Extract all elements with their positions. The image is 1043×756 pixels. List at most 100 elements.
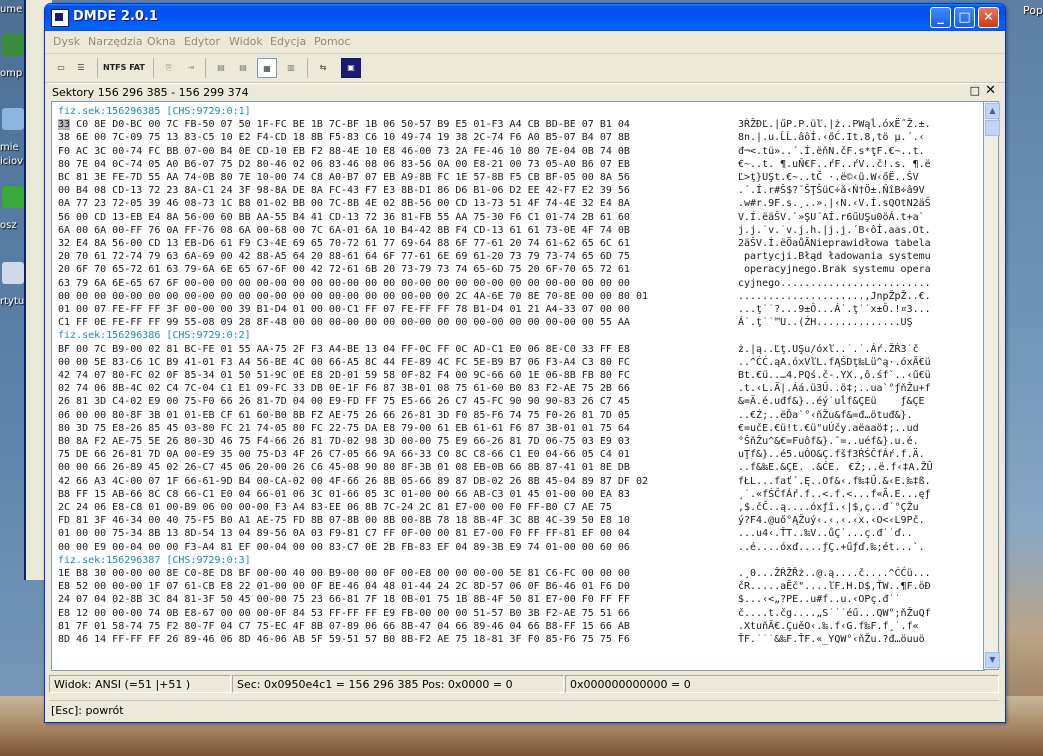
- menu-edycja[interactable]: Edycja: [270, 35, 306, 48]
- maximize-button[interactable]: □: [954, 7, 975, 28]
- ascii-row[interactable]: ż.|ą..Ľţ.UŞu/óxľ..˙.˙.­Áŕ.ŽŔ3˙č: [738, 343, 919, 356]
- ascii-row[interactable]: partycji.Błąd ładowania systemu: [738, 250, 931, 263]
- hex-row[interactable]: 8D 46 14 FF-FF FF 26 89-46 06 8D 46-06 A…: [58, 633, 630, 646]
- hex-row[interactable]: E8 12 00 00-00 74 0B E8-67 00 00 00-0F 8…: [58, 607, 630, 620]
- hex-row[interactable]: 32 E4 8A 56-00 CD 13 EB-D6 61 F9 C3-4E 6…: [58, 237, 630, 250]
- ascii-row[interactable]: .t.‹L.Ä|.Áá.ü3Ű..ö‡;..ua`°ƒňŽu+f: [738, 382, 931, 395]
- hex-row[interactable]: 2C 24 06 E8-C8 01 00-B9 06 00 00-00 F3 A…: [58, 501, 612, 514]
- scroll-down-icon[interactable]: ▼: [985, 652, 1000, 668]
- copy-icon[interactable]: ⎘: [159, 58, 179, 78]
- ascii-row[interactable]: &=Ä.é.uđf&}..éý˙uĺf&ÇEüƒ&ÇE: [738, 395, 925, 408]
- edit-cursor[interactable]: 33: [58, 119, 71, 131]
- app-icon[interactable]: ▣: [341, 58, 361, 78]
- panel-maximize-button[interactable]: □: [970, 84, 980, 97]
- ascii-row[interactable]: operacyjnego.Brak systemu opera: [738, 263, 931, 276]
- ascii-row[interactable]: ...ţ˙˙?...9±Ô...Á˙.ţ˙˙x±Ô.!¤3...: [738, 303, 931, 316]
- ascii-row[interactable]: ,$.čČ..ą....óxƒî.‹|$,ç..đ˙°ÇŽu: [738, 501, 919, 514]
- ascii-row[interactable]: .w#r.9F.s.¸..».|‹N.‹V.Í.sQOtN2äŠ: [738, 197, 931, 210]
- desktop-icon[interactable]: [2, 262, 24, 284]
- hex-row[interactable]: F0 AC 3C 00-74 FC BB 07-00 B4 0E CD-10 E…: [58, 145, 630, 158]
- ascii-row[interactable]: fŁL...fať´.Ę..Of&‹.f‰‡Ű.&‹E.‰‡ß.: [738, 475, 931, 488]
- ascii-row[interactable]: 3ŔŽĐĽ.|űP.P.üľ.|ż..PWąĺ.óxË˝Ž.±.: [738, 118, 931, 131]
- hex-row[interactable]: B0 8A F2 AE-75 5E 26 80-3D 46 75 F4-66 2…: [58, 435, 630, 448]
- desktop-icon[interactable]: [2, 108, 24, 130]
- tree-icon[interactable]: ⇆: [313, 58, 333, 78]
- hex-row[interactable]: 00 B4 08 CD-13 72 23 8A-C1 24 3F 98-8A D…: [58, 184, 630, 197]
- view-hex-icon[interactable]: ▦: [257, 58, 277, 78]
- scroll-thumb[interactable]: [985, 120, 1000, 136]
- ascii-row[interactable]: ý?F4.@uő°ĄŽuý‹.‹.‹.‹x.‹O<‹L9Pč.: [738, 514, 925, 527]
- hex-row[interactable]: 01 00 07 FE-FF FF 3F 00-00 00 39 B1-D4 0…: [58, 303, 630, 316]
- close-button[interactable]: ✕: [978, 7, 999, 28]
- menu-okna[interactable]: Okna: [147, 35, 176, 48]
- ascii-row[interactable]: j.j.˙v.˙v.j.h.|j.j.´B‹ôÍ.aas.Ot.: [738, 224, 931, 237]
- ascii-row[interactable]: cyjnego.........................: [738, 277, 931, 290]
- desktop-icon[interactable]: [2, 34, 24, 56]
- ascii-row[interactable]: V.Í.ëäŠV.`»ŞU´AÍ.r6űUŞu0öÁ.t+a`: [738, 211, 925, 224]
- hex-row[interactable]: 26 81 3D C4-02 E9 00 75-F0 66 26 81-7D 0…: [58, 395, 630, 408]
- ascii-row[interactable]: $...‹<„?PE..u#f..u.‹OPç.đ˙˙: [738, 593, 901, 606]
- hex-row[interactable]: 0A 77 23 72-05 39 46 08-73 1C B8 01-02 B…: [58, 197, 630, 210]
- menu-pomoc[interactable]: Pomoc: [314, 35, 350, 48]
- hex-row[interactable]: 20 70 61 72-74 79 63 6A-69 00 42 88-A5 6…: [58, 250, 630, 263]
- hex-row[interactable]: 00 00 66 26-89 45 02 26-C7 45 06 20-00 2…: [58, 461, 630, 474]
- ntfs-icon[interactable]: NTFS: [103, 58, 126, 78]
- hex-row[interactable]: 00 00 5E 83-C6 1C B9 41-01 F3 A4 56-BE 4…: [58, 356, 630, 369]
- hex-row[interactable]: 80 3D 75 E8-26 85 45 03-80 FC 21 74-05 8…: [58, 422, 630, 435]
- hex-row[interactable]: 1E B8 30 00-00 00 8E C0-8E D8 BF 00-00 4…: [58, 567, 630, 580]
- panel-close-button[interactable]: ✕: [985, 83, 996, 98]
- ascii-row[interactable]: ŤF.˙˙˙&‰F.ŤF.«_YQW°‹ňŽu.?đ…öuuö: [738, 633, 925, 646]
- drive-icon[interactable]: ▭: [51, 58, 71, 78]
- hex-row[interactable]: 80 7E 04 0C-74 05 A0 B6-07 75 D2 80-46 0…: [58, 158, 630, 171]
- hex-row[interactable]: C1 FF 0E FE-FF FF 99 55-08 09 28 8F-48 0…: [58, 316, 630, 329]
- minimize-button[interactable]: _: [930, 7, 951, 28]
- menu-edytor[interactable]: Edytor: [184, 35, 220, 48]
- title-bar[interactable]: DMDE 2.0.1 _ □ ✕: [45, 4, 1005, 31]
- scroll-up-icon[interactable]: ▲: [985, 103, 1000, 119]
- ascii-row[interactable]: €~..t. ¶.uŇ€F..ŕF..ŕV..č!.s. ¶.ë: [738, 158, 931, 171]
- hex-row[interactable]: FD 81 3F 46-34 00 40 75-F5 B0 A1 AE-75 F…: [58, 514, 630, 527]
- hex-row[interactable]: 56 00 CD 13-EB E4 8A 56-00 60 BB AA-55 B…: [58, 211, 630, 224]
- ascii-row[interactable]: ¸˙.«fŚČfÁŕ.f..<.f.<...f«Ă.E...ęƒ: [738, 488, 931, 501]
- partition-icon[interactable]: ☰: [71, 58, 91, 78]
- ascii-row[interactable]: Bt.€ü..…4.PQś.č-.YX.‚ô.śf`..‹ű€ü: [738, 369, 931, 382]
- ascii-row[interactable]: đ¬<.tü»..´.Í.ëňN.čF.s*ţF.€~..t.: [738, 145, 925, 158]
- ascii-row[interactable]: č....t.čg....„S˙˙˙éű...QW°;ňŽuQf: [738, 607, 931, 620]
- hex-row[interactable]: 01 00 00 75-34 8B 13 8D-54 13 04 89-56 0…: [58, 527, 630, 540]
- ascii-row[interactable]: 8n.|.u.ĹĹ.âôÍ.‹őĆ.It.8,tö µ.´.‹: [738, 131, 925, 144]
- paste-icon[interactable]: ⇥: [181, 58, 201, 78]
- menu-narzedzia[interactable]: Narzędzia: [88, 35, 143, 48]
- hex-row[interactable]: BF 00 7C B9-00 02 81 BC-FE 01 55 AA-75 2…: [58, 343, 630, 356]
- ascii-row[interactable]: ..€Ź;..ëĎa`°‹ňŽu&f&=đ…ötuđ&}.: [738, 409, 913, 422]
- view-list-icon[interactable]: ▤: [211, 58, 231, 78]
- ascii-row[interactable]: Á˙.ţ˙˙™U..(ŹH..............UŞ: [738, 316, 913, 329]
- hex-row[interactable]: 00 00 00 00-00 00 00 00-00 00 00 00-00 0…: [58, 290, 648, 303]
- ascii-row[interactable]: ...u4‹.ŤT..‰V..ůÇ˙...ç.đ˙˙ď..: [738, 527, 913, 540]
- ascii-row[interactable]: uŢf&}..é5.uÓO&Ç.fšf3ŔŚČfÁŕ.f.Ä.: [738, 448, 925, 461]
- hex-row[interactable]: 42 66 A3 4C-00 07 1F 66-61-9D B4 00-CA-0…: [58, 475, 648, 488]
- hex-row[interactable]: BC 81 3E FE-7D 55 AA 74-0B 80 7E 10-00 7…: [58, 171, 630, 184]
- hex-row[interactable]: 42 74 07 80-FC 02 0F 85-34 01 50 51-9C 0…: [58, 369, 630, 382]
- hex-row[interactable]: 6A 00 6A 00-FF 76 0A FF-76 08 6A 00-68 0…: [58, 224, 630, 237]
- hex-row[interactable]: E8 52 00 00-00 1F 07 61-CB E8 22 01-00 0…: [58, 580, 630, 593]
- desktop-icon[interactable]: [2, 186, 24, 208]
- ascii-row[interactable]: .¸0...ŽŔŽŘż..@.ą....č....^ĆĆü...: [738, 567, 931, 580]
- hex-row[interactable]: 33 C0 8E D0-BC 00 7C FB-50 07 50 1F-FC B…: [58, 118, 630, 131]
- ascii-row[interactable]: ..^ĆĆ.ąA.óxVľL.fĄŚDţ‰Lü^ą·.óxĂ€ü: [738, 356, 931, 369]
- ascii-row[interactable]: ..f&‰E.&ÇE. .&ĆE.€Ź;..ë.f‹‡A.ŽŰ: [738, 461, 933, 474]
- vertical-scrollbar[interactable]: ▲ ▼: [983, 101, 1000, 670]
- hex-row[interactable]: 24 07 04 02-8B 3C 84 81-3F 50 45 00-00 7…: [58, 593, 630, 606]
- hex-row[interactable]: 81 7F 01 58-74 75 F2 80-7F 04 C7 75-EC 4…: [58, 620, 630, 633]
- ascii-row[interactable]: °ŠňŽu^&€=Fuôf&}.˜=..uéf&}.u.é.: [738, 435, 919, 448]
- ascii-row[interactable]: .XtuňĂ€.ÇuěO‹.‰.f‹G.f‰F.f¸˙.f«: [738, 620, 919, 633]
- menu-widok[interactable]: Widok: [229, 35, 263, 48]
- ascii-row[interactable]: .´.Í.r#Š$?˜ŠŢŠüC÷ă‹Ń†Ö±.ŇîB÷â9V: [738, 184, 925, 197]
- hex-editor[interactable]: fiz.sek:156296385 [CHS:9729:0:1] 33 C0 8E…: [51, 101, 985, 671]
- fat-icon[interactable]: FAT: [127, 58, 147, 78]
- hex-row[interactable]: 02 74 06 8B-4C 02 C4 7C-04 C1 E1 09-FC 3…: [58, 382, 630, 395]
- view-details-icon[interactable]: ▤: [233, 58, 253, 78]
- hex-row[interactable]: 00 00 E9 00-04 00 00 F3-A4 81 EF 00-04 0…: [58, 541, 630, 554]
- hex-row[interactable]: 63 79 6A 6E-65 67 6F 00-00 00 00 00-00 0…: [58, 277, 630, 290]
- hex-row[interactable]: B8 FF 15 AB-66 8C C8 66-C1 E0 04 66-01 0…: [58, 488, 630, 501]
- ascii-row[interactable]: Ľ>ţ}UŞt.€~..tČ ·.ë©‹ü.W‹őË..ŠV: [738, 171, 919, 184]
